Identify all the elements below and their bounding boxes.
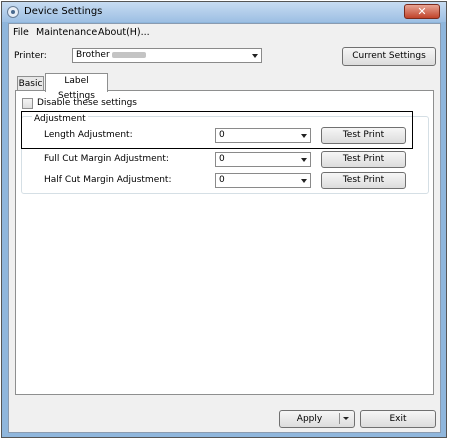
redacted-model [111, 51, 146, 58]
current-settings-button[interactable]: Current Settings [342, 47, 436, 66]
title-bar: Device Settings ✕ [2, 2, 446, 22]
menu-about[interactable]: About(H)... [98, 27, 150, 38]
chevron-down-icon [301, 158, 307, 162]
split-divider [339, 413, 340, 424]
menu-maintenance[interactable]: Maintenance [36, 27, 97, 38]
window-title: Device Settings [24, 6, 103, 17]
chevron-down-icon [252, 54, 258, 58]
full-cut-test-print-button[interactable]: Test Print [321, 151, 406, 168]
device-settings-window: Device Settings ✕ File Maintenance About… [1, 1, 447, 438]
full-cut-margin-select[interactable]: 0 [215, 152, 311, 167]
menu-bar: File Maintenance About(H)... [9, 24, 440, 41]
half-cut-margin-value: 0 [219, 175, 225, 185]
apply-button[interactable]: Apply [279, 410, 355, 428]
highlight-frame [21, 111, 413, 149]
half-cut-margin-label: Half Cut Margin Adjustment: [44, 175, 172, 185]
disable-settings-checkbox[interactable] [22, 98, 33, 109]
half-cut-test-print-button[interactable]: Test Print [321, 172, 406, 189]
label-settings-panel: Disable these settings Adjustment Length… [15, 90, 434, 395]
half-cut-margin-select[interactable]: 0 [215, 173, 311, 188]
client-area: File Maintenance About(H)... Printer: Br… [8, 23, 441, 433]
menu-file[interactable]: File [13, 27, 29, 38]
app-icon [7, 6, 19, 18]
chevron-down-icon [301, 179, 307, 183]
printer-value: Brother [76, 50, 110, 60]
apply-button-label: Apply [296, 414, 323, 424]
printer-label: Printer: [14, 51, 47, 61]
close-button[interactable]: ✕ [404, 4, 440, 19]
full-cut-margin-value: 0 [219, 154, 225, 164]
chevron-down-icon[interactable] [343, 417, 349, 420]
exit-button[interactable]: Exit [360, 410, 436, 428]
tab-label-settings[interactable]: Label Settings [45, 73, 108, 101]
full-cut-margin-label: Full Cut Margin Adjustment: [44, 154, 169, 164]
printer-select[interactable]: Brother [72, 48, 262, 63]
